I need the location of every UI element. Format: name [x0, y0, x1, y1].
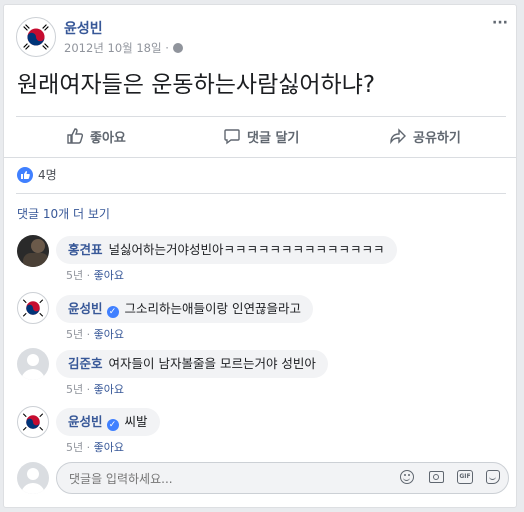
comment-label: 댓글 달기 — [247, 130, 300, 146]
like-button[interactable]: 좋아요 — [66, 121, 126, 151]
comment-input[interactable] — [67, 469, 371, 489]
view-more-comments-link[interactable]: 댓글 10개 더 보기 — [17, 205, 110, 222]
comment-bubble: 윤성빈 ✓ 그소리하는애들이랑 인연끊을라고 — [56, 295, 313, 323]
author-avatar[interactable] — [16, 17, 56, 57]
meta-separator: · — [86, 269, 91, 282]
comment-like-link[interactable]: 좋아요 — [94, 383, 124, 396]
share-label: 공유하기 — [413, 130, 461, 146]
comment-time[interactable]: 5년 — [66, 269, 83, 282]
current-user-avatar — [17, 462, 49, 494]
comment-bubble: 윤성빈 ✓ 씨발 — [56, 408, 160, 436]
comment-time[interactable]: 5년 — [66, 383, 83, 396]
comment-text: 널싫어하는거야성빈아ㅋㅋㅋㅋㅋㅋㅋㅋㅋㅋㅋㅋㅋㅋ — [108, 242, 385, 257]
commenter-name[interactable]: 홍견표 — [68, 242, 103, 257]
commenter-name[interactable]: 윤성빈 — [68, 301, 103, 316]
like-reaction-icon — [17, 166, 33, 183]
post-author-name[interactable]: 윤성빈 — [64, 18, 103, 38]
divider — [16, 193, 506, 194]
comment-meta: 5년 · 좋아요 — [66, 267, 124, 283]
share-button[interactable]: 공유하기 — [389, 121, 461, 151]
comment-composer[interactable]: GIF — [56, 462, 509, 494]
reaction-count: 4명 — [38, 168, 57, 182]
share-icon — [390, 128, 406, 145]
comment-meta: 5년 · 좋아요 — [66, 381, 124, 397]
divider — [4, 157, 516, 158]
reactions-summary[interactable]: 4명 — [17, 166, 57, 183]
verified-check-icon: ✓ — [106, 306, 119, 318]
comment-time[interactable]: 5년 — [66, 441, 83, 454]
comment-time[interactable]: 5년 — [66, 328, 83, 341]
globe-icon — [172, 43, 183, 53]
comment-icon — [224, 129, 240, 145]
comment-button[interactable]: 댓글 달기 — [223, 121, 299, 151]
commenter-avatar[interactable] — [17, 348, 49, 380]
commenter-name[interactable]: 김준호 — [68, 356, 103, 371]
post-date[interactable]: 2012년 10월 18일 — [64, 41, 162, 55]
camera-icon[interactable] — [429, 471, 444, 483]
comment-bubble: 김준호 여자들이 남자볼줄을 모르는거야 성빈아 — [56, 350, 328, 378]
gif-icon[interactable]: GIF — [457, 470, 473, 484]
sticker-icon[interactable] — [486, 470, 500, 484]
comment-text: 씨발 — [124, 414, 148, 429]
comment-bubble: 홍견표 널싫어하는거야성빈아ㅋㅋㅋㅋㅋㅋㅋㅋㅋㅋㅋㅋㅋㅋ — [56, 236, 397, 264]
comment-like-link[interactable]: 좋아요 — [94, 328, 124, 341]
more-options-icon[interactable]: ··· — [492, 15, 508, 31]
meta-separator: · — [86, 383, 91, 396]
commenter-avatar[interactable] — [17, 235, 49, 267]
verified-check-icon: ✓ — [106, 419, 119, 431]
post-card: 윤성빈 2012년 10월 18일 · ··· 원래여자들은 운동하는사람싫어하… — [3, 4, 517, 508]
meta-separator: · — [86, 441, 91, 454]
commenter-avatar[interactable] — [17, 292, 49, 324]
meta-separator: · — [165, 41, 169, 55]
commenter-name[interactable]: 윤성빈 — [68, 414, 103, 429]
post-meta: 2012년 10월 18일 · — [64, 40, 183, 56]
emoji-icon[interactable] — [400, 470, 414, 484]
divider — [16, 116, 506, 117]
comment-text: 여자들이 남자볼줄을 모르는거야 성빈아 — [108, 356, 316, 371]
thumbs-up-icon — [67, 128, 84, 144]
post-text: 원래여자들은 운동하는사람싫어하냐? — [17, 72, 376, 98]
comment-text: 그소리하는애들이랑 인연끊을라고 — [124, 301, 301, 316]
comment-like-link[interactable]: 좋아요 — [94, 269, 124, 282]
commenter-avatar[interactable] — [17, 406, 49, 438]
comment-meta: 5년 · 좋아요 — [66, 326, 124, 342]
like-label: 좋아요 — [90, 130, 126, 146]
comment-like-link[interactable]: 좋아요 — [94, 441, 124, 454]
comment-meta: 5년 · 좋아요 — [66, 439, 124, 455]
meta-separator: · — [86, 328, 91, 341]
